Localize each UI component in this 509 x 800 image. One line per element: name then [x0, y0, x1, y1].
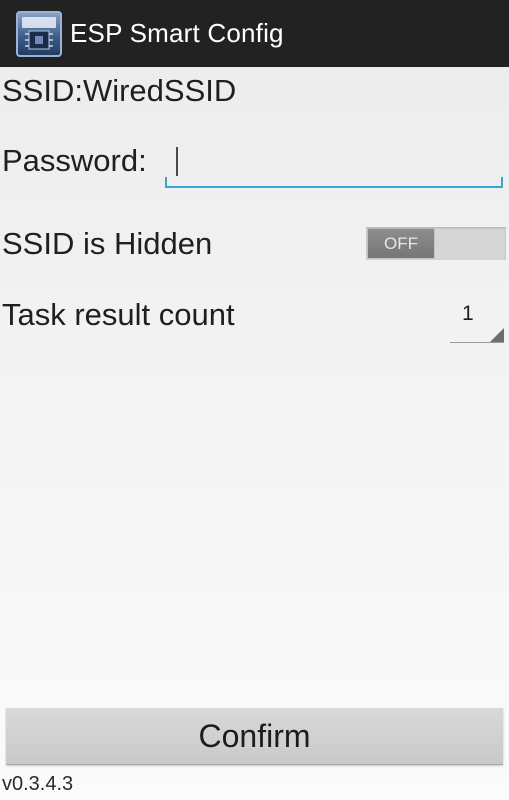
password-label: Password: [2, 143, 147, 178]
toggle-thumb: OFF [368, 229, 434, 258]
version-label: v0.3.4.3 [2, 773, 74, 795]
confirm-button[interactable]: Confirm [6, 708, 503, 765]
ssid-hidden-label: SSID is Hidden [2, 226, 213, 261]
task-count-label: Task result count [2, 297, 235, 332]
password-input[interactable] [165, 142, 503, 188]
dropdown-corner-icon [490, 328, 504, 342]
task-count-value: 1 [462, 302, 474, 325]
app-icon[interactable] [16, 10, 62, 57]
text-caret [176, 147, 178, 176]
task-count-spinner[interactable]: 1 [450, 296, 504, 343]
ssid-hidden-toggle[interactable]: OFF [366, 227, 506, 260]
action-bar: ESP Smart Config [0, 0, 509, 67]
ssid-label: SSID:WiredSSID [2, 73, 237, 108]
chip-icon [22, 16, 56, 49]
app-title: ESP Smart Config [70, 18, 284, 48]
